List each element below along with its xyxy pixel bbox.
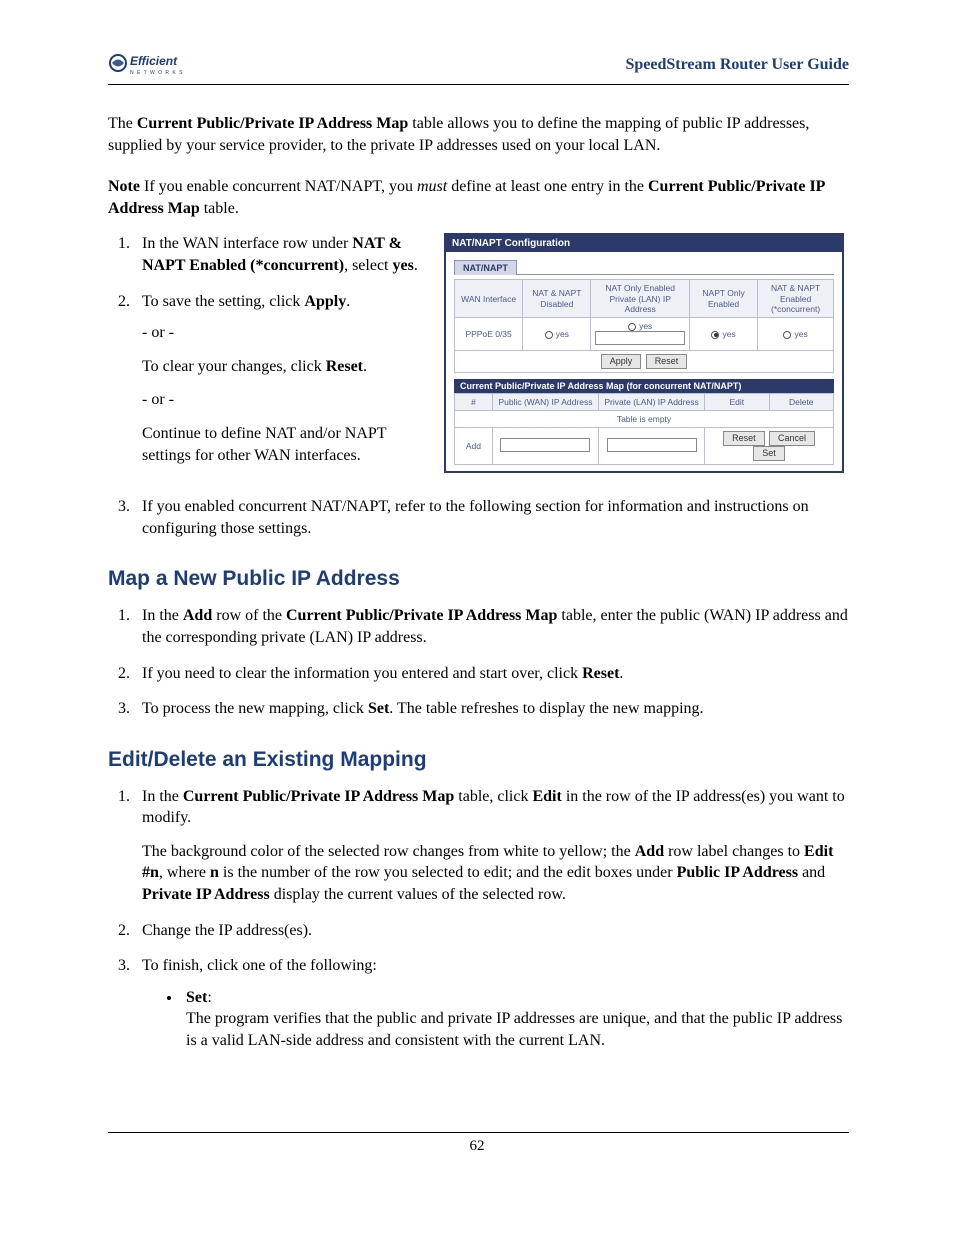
map-step-2: If you need to clear the information you… xyxy=(134,663,849,685)
radio-nat-only[interactable]: yes xyxy=(591,317,690,350)
config-screenshot: NAT/NAPT Configuration NAT/NAPT WAN Inte… xyxy=(444,233,844,473)
edit-step-2: Change the IP address(es). xyxy=(134,920,849,942)
nat-table: WAN Interface NAT & NAPT Disabled NAT On… xyxy=(454,279,834,373)
heading-edit: Edit/Delete an Existing Mapping xyxy=(108,748,849,772)
header-rule xyxy=(108,84,849,85)
bullet-set: Set: The program verifies that the publi… xyxy=(182,987,849,1052)
page-number: 62 xyxy=(0,1138,954,1155)
page-header: Efficient N E T W O R K S SpeedStream Ro… xyxy=(108,52,849,78)
ip-map-table: # Public (WAN) IP Address Private (LAN) … xyxy=(454,393,834,465)
intro-paragraph: The Current Public/Private IP Address Ma… xyxy=(108,113,849,156)
note-paragraph: Note If you enable concurrent NAT/NAPT, … xyxy=(108,176,849,219)
map-steps-list: In the Add row of the Current Public/Pri… xyxy=(108,605,849,719)
table-row: PPPoE 0/35 yes yes yes yes xyxy=(455,317,834,350)
map-step-1: In the Add row of the Current Public/Pri… xyxy=(134,605,849,648)
heading-map: Map a New Public IP Address xyxy=(108,567,849,591)
edit-step-1: In the Current Public/Private IP Address… xyxy=(134,786,849,906)
tab-natnapt[interactable]: NAT/NAPT xyxy=(454,260,517,275)
reset-button[interactable]: Reset xyxy=(646,354,688,369)
doc-title: SpeedStream Router User Guide xyxy=(625,56,849,74)
svg-text:Efficient: Efficient xyxy=(130,54,178,68)
svg-text:N E T W O R K S: N E T W O R K S xyxy=(130,70,183,76)
steps-list-left: In the WAN interface row under NAT & NAP… xyxy=(108,233,418,466)
private-ip-input-2[interactable] xyxy=(607,438,697,452)
public-ip-input[interactable] xyxy=(500,438,590,452)
footer-rule xyxy=(108,1132,849,1133)
edit-steps-list: In the Current Public/Private IP Address… xyxy=(108,786,849,1052)
map-section-title: Current Public/Private IP Address Map (f… xyxy=(454,379,834,393)
radio-napt-only[interactable]: yes xyxy=(689,317,757,350)
panel-title: NAT/NAPT Configuration xyxy=(446,235,842,252)
empty-row: Table is empty xyxy=(455,411,834,428)
reset-button-2[interactable]: Reset xyxy=(723,431,765,446)
set-button[interactable]: Set xyxy=(753,446,785,461)
edit-step-3: To finish, click one of the following: S… xyxy=(134,955,849,1051)
steps-list-continued: If you enabled concurrent NAT/NAPT, refe… xyxy=(108,496,849,539)
step-2: To save the setting, click Apply. - or -… xyxy=(134,291,418,467)
step-1: In the WAN interface row under NAT & NAP… xyxy=(134,233,418,276)
step-3: If you enabled concurrent NAT/NAPT, refe… xyxy=(134,496,849,539)
radio-concurrent[interactable]: yes xyxy=(758,317,834,350)
private-ip-input[interactable] xyxy=(595,331,685,345)
apply-button[interactable]: Apply xyxy=(601,354,642,369)
add-label: Add xyxy=(455,428,493,465)
logo: Efficient N E T W O R K S xyxy=(108,52,190,78)
map-step-3: To process the new mapping, click Set. T… xyxy=(134,698,849,720)
radio-disabled[interactable]: yes xyxy=(523,317,591,350)
cancel-button[interactable]: Cancel xyxy=(769,431,815,446)
